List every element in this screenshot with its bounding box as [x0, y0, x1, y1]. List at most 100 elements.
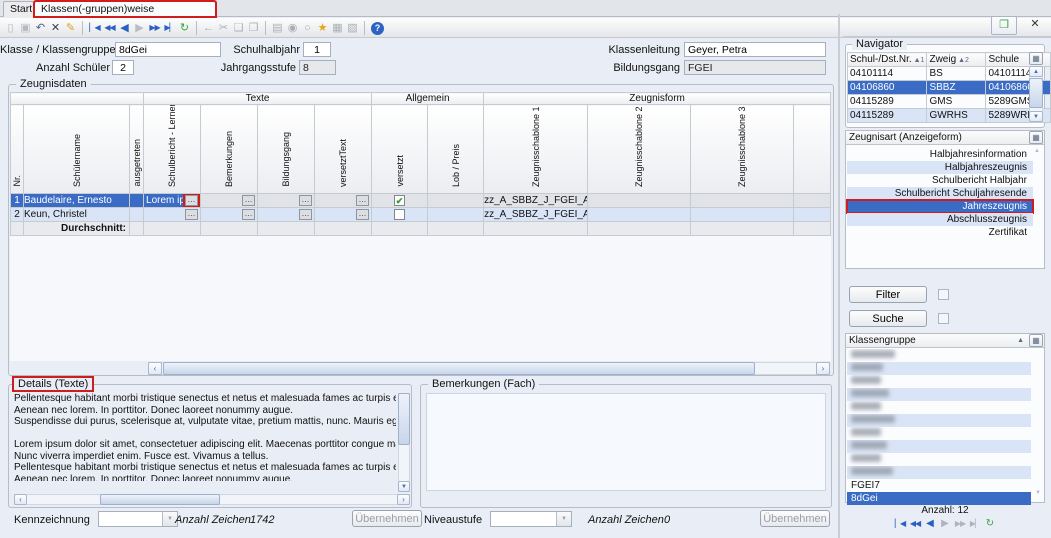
nav-fast-back-icon[interactable]: ◀◀ [102, 19, 117, 37]
zeugnisschablone-cell[interactable]: zz_A_SBBZ_J_FGEI_A4 [484, 194, 588, 208]
schulbericht-lernen-cell[interactable]: … [144, 208, 201, 222]
undo-icon[interactable]: ↶ [33, 19, 48, 37]
schulhalbjahr-input[interactable] [303, 42, 331, 57]
navigator-row[interactable]: 04115289GMS5289GMS [848, 95, 1051, 109]
tab-start[interactable]: Start× [3, 1, 34, 17]
scroll-down-button[interactable]: ▼ [1029, 111, 1043, 122]
klassenleitung-input[interactable] [684, 42, 826, 57]
nav-first-icon[interactable]: ▏◀ [893, 519, 908, 528]
column-header[interactable]: Bildungsgang [258, 105, 315, 194]
anzahl-schueler-input[interactable] [112, 60, 134, 75]
details-hscroll-thumb[interactable] [100, 494, 220, 505]
schulbericht-lernen-cell[interactable]: Lorem ipsu...… [144, 194, 201, 208]
navigator-cell[interactable]: GWRHS [927, 109, 986, 123]
klassengruppe-item-fgei7[interactable]: FGEI7 [847, 479, 1031, 492]
uebernehmen-button[interactable]: Übernehmen [760, 510, 830, 527]
navigator-cell[interactable]: 04115289 [848, 109, 927, 123]
open-text-editor-button[interactable]: … [356, 195, 369, 206]
zeugnisschablone-cell[interactable] [691, 194, 794, 208]
nav-last-icon[interactable]: ▶▏ [162, 19, 177, 37]
copy-icon[interactable]: ❏ [231, 19, 246, 37]
column-header[interactable]: Lob / Preis [428, 105, 484, 194]
versetzt-checkbox-checked[interactable]: ✔ [394, 195, 405, 206]
nav-fast-back-icon[interactable]: ◀◀ [908, 519, 923, 528]
details-vscroll-thumb[interactable] [398, 393, 410, 445]
bemerkungen-text-area[interactable] [426, 393, 826, 491]
save-icon[interactable]: ▣ [18, 19, 33, 37]
column-header[interactable]: versetztText [315, 105, 372, 194]
panel-splitter[interactable] [838, 14, 840, 538]
table-hscroll-thumb[interactable] [163, 362, 755, 375]
column-header[interactable]: Bemerkungen [201, 105, 258, 194]
klassengruppe-item-redacted[interactable] [847, 466, 1031, 479]
nav-forward-icon[interactable]: ▶ [132, 19, 147, 37]
open-text-editor-button[interactable]: … [356, 209, 369, 220]
edit-icon[interactable]: ✎ [63, 19, 78, 37]
bildungsgang-cell[interactable]: … [258, 208, 315, 222]
student-name-cell[interactable]: Baudelaire, Ernesto [24, 194, 130, 208]
back-arrow-icon[interactable]: ← [201, 19, 216, 37]
scroll-left-button[interactable]: ‹ [14, 494, 27, 505]
close-icon[interactable]: ✕ [1027, 17, 1043, 30]
zeugnisart-item-schulbericht-schuljahresende[interactable]: Schulbericht Schuljahresende [847, 187, 1033, 200]
scroll-right-button[interactable]: › [816, 362, 830, 375]
zeugnisschablone-cell[interactable]: zz_A_SBBZ_J_FGEI_A4 [484, 208, 588, 222]
scroll-right-button[interactable]: › [397, 494, 410, 505]
navigator-cell[interactable]: 04106860 [848, 81, 927, 95]
column-chooser-icon[interactable]: ▦ [1029, 52, 1043, 65]
open-text-editor-button[interactable]: … [299, 195, 312, 206]
zeugnisart-item-schulbericht-halbjahr[interactable]: Schulbericht Halbjahr [847, 174, 1033, 187]
klassengruppe-item-redacted[interactable] [847, 362, 1031, 375]
navigator-row[interactable]: 04101114BS04101114 [848, 67, 1051, 81]
paste-icon[interactable]: ❐ [246, 19, 261, 37]
column-header[interactable]: Zeugnisschablone 2 [588, 105, 691, 194]
nav-last-icon[interactable]: ▶▏ [968, 519, 983, 528]
kennzeichnung-combobox[interactable]: ▼ [98, 511, 178, 527]
column-header[interactable]: Schülername [24, 105, 130, 194]
navigator-column-header[interactable]: Zweig ▲2 [927, 53, 986, 67]
bemerkungen-cell[interactable]: … [201, 194, 258, 208]
column-header[interactable] [794, 105, 831, 194]
zeugnisart-item-zertifikat[interactable]: Zertifikat [847, 226, 1033, 239]
scroll-down-button[interactable]: ▼ [398, 481, 410, 492]
column-header[interactable]: versetzt [372, 105, 428, 194]
klassengruppe-item-redacted[interactable] [847, 388, 1031, 401]
klassengruppe-item-redacted[interactable] [847, 401, 1031, 414]
column-chooser-icon[interactable]: ▦ [1029, 334, 1043, 347]
filter-checkbox[interactable] [938, 289, 949, 300]
versetzt-cell[interactable] [372, 208, 428, 222]
zeugnisschablone-cell[interactable] [588, 208, 691, 222]
zeugnisart-item-abschlusszeugnis[interactable]: Abschlusszeugnis [847, 213, 1033, 226]
nav-back-icon[interactable]: ◀ [923, 518, 938, 529]
zeugnisschablone-cell[interactable] [588, 194, 691, 208]
nav-back-icon[interactable]: ◀ [117, 19, 132, 37]
filter-button[interactable]: Filter [849, 286, 927, 303]
klassengruppe-item-redacted[interactable] [847, 427, 1031, 440]
column-header[interactable]: Zeugnisschablone 3 [691, 105, 794, 194]
suche-button[interactable]: Suche [849, 310, 927, 327]
klassengruppe-item-redacted[interactable] [847, 453, 1031, 466]
niveaustufe-combobox[interactable]: ▼ [490, 511, 572, 527]
scroll-up-button[interactable]: ▲ [1029, 66, 1043, 77]
klassengruppe-item-redacted[interactable] [847, 414, 1031, 427]
open-text-editor-button[interactable]: … [242, 209, 255, 220]
zeugnisart-item-halbjahresinformation[interactable]: Halbjahresinformation [847, 148, 1033, 161]
open-text-editor-button[interactable]: … [299, 209, 312, 220]
navigator-cell[interactable]: BS [927, 67, 986, 81]
tab-zeugnisdatenerfassung[interactable]: Klassen(-gruppen)weise Zeugnisdatenerfas… [34, 1, 216, 17]
refresh-icon[interactable]: ↻ [177, 19, 192, 37]
student-name-cell[interactable]: Keun, Christel [24, 208, 130, 222]
klassengruppe-panel-header[interactable]: Klassengruppe ▲ [846, 334, 1044, 348]
grid-icon[interactable]: ▦ [330, 19, 345, 37]
print-icon[interactable]: ▤ [270, 19, 285, 37]
column-header[interactable]: Nr. [11, 105, 24, 194]
nav-fast-forward-icon[interactable]: ▶▶ [147, 19, 162, 37]
column-header[interactable]: ausgetreten [130, 105, 144, 194]
uebernehmen-button[interactable]: Übernehmen [352, 510, 422, 527]
navigator-cell[interactable]: 04115289 [848, 95, 927, 109]
open-text-editor-button[interactable]: … [242, 195, 255, 206]
export-icon[interactable]: ▧ [345, 19, 360, 37]
student-row[interactable]: 2Keun, Christel…………zz_A_SBBZ_J_FGEI_A4 [11, 208, 831, 222]
zeugnisart-item-jahreszeugnis[interactable]: Jahreszeugnis [847, 200, 1033, 213]
refresh-icon[interactable]: ↻ [983, 518, 998, 529]
